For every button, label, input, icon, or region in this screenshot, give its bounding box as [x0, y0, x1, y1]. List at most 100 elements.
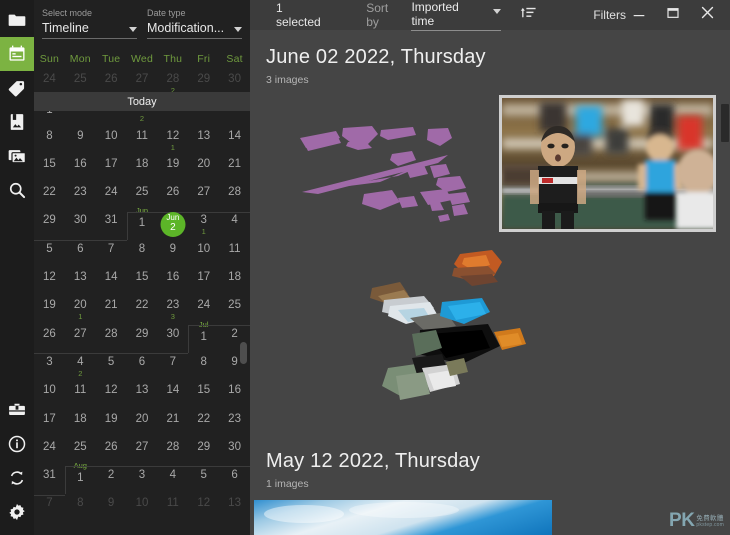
calendar-day-cell[interactable]: 20	[188, 155, 219, 183]
sort-by-dropdown[interactable]: Imported time	[411, 0, 501, 31]
calendar-day-cell[interactable]: 19	[96, 410, 127, 438]
close-button[interactable]	[694, 2, 720, 28]
sort-direction-button[interactable]	[517, 2, 542, 28]
calendar-day-cell[interactable]: Jun 2	[157, 211, 188, 239]
calendar-day-cell[interactable]: 3	[34, 353, 65, 381]
calendar-day-cell[interactable]: 11	[157, 494, 188, 522]
calendar-day-cell[interactable]: 23	[65, 183, 96, 211]
calendar-day-cell[interactable]: 9	[157, 240, 188, 268]
calendar-day-cell[interactable]: 8	[34, 127, 65, 155]
today-button[interactable]: Today	[34, 92, 250, 111]
calendar-day-cell[interactable]: 5	[188, 466, 219, 494]
calendar-day-cell[interactable]: 26	[34, 325, 65, 353]
thumb-glitch-colorful[interactable]	[368, 246, 570, 421]
calendar-day-cell[interactable]: 15	[188, 381, 219, 409]
calendar-day-cell[interactable]: 14	[157, 381, 188, 409]
calendar-day-cell[interactable]: 13	[127, 381, 158, 409]
thumb-foosball-table[interactable]	[499, 95, 720, 232]
sidebar-item-settings[interactable]	[0, 495, 34, 529]
calendar-scrollbar-track[interactable]	[240, 110, 247, 529]
sidebar-item-info[interactable]	[0, 427, 34, 461]
sidebar-item-search[interactable]	[0, 173, 34, 207]
minimize-button[interactable]	[626, 2, 652, 28]
date-type-dropdown[interactable]: Modification...	[147, 21, 242, 39]
calendar-day-cell[interactable]: 13	[188, 127, 219, 155]
calendar-scrollbar-thumb[interactable]	[240, 342, 247, 364]
calendar-day-cell[interactable]: 16	[157, 268, 188, 296]
calendar-day-cell[interactable]: Jun1	[127, 207, 158, 239]
calendar-day-cell[interactable]: 31	[34, 466, 65, 494]
sidebar-item-albums[interactable]	[0, 139, 34, 173]
thumb-glitch-purple[interactable]	[288, 98, 492, 250]
sidebar-item-tools[interactable]	[0, 393, 34, 427]
calendar-day-cell[interactable]: 22	[34, 183, 65, 211]
calendar-day-cell[interactable]: 10	[188, 240, 219, 268]
calendar-day-cell[interactable]: 18	[127, 155, 158, 183]
calendar-day-cell[interactable]: 10	[96, 127, 127, 155]
calendar-day-cell[interactable]: 11	[65, 381, 96, 409]
calendar-day-cell[interactable]: Aug1	[65, 462, 96, 494]
calendar-day-cell[interactable]: 24	[96, 183, 127, 211]
calendar-day-cell[interactable]: 29	[127, 325, 158, 353]
calendar-day-cell[interactable]: 19	[34, 296, 65, 324]
calendar-day-cell[interactable]: 27	[65, 325, 96, 353]
calendar-day-cell[interactable]: 31	[96, 211, 127, 239]
calendar-day-cell[interactable]: 6	[127, 353, 158, 381]
calendar-day-cell[interactable]: 14	[96, 268, 127, 296]
calendar-day-cell[interactable]: 15	[127, 268, 158, 296]
calendar-day-cell[interactable]: 4	[157, 466, 188, 494]
calendar-day-cell[interactable]: 28	[157, 438, 188, 466]
calendar-day-cell[interactable]: 27	[188, 183, 219, 211]
calendar-day-cell[interactable]: 21	[157, 410, 188, 438]
calendar-day-cell[interactable]: Jul1	[188, 320, 219, 353]
thumb-sky-blue[interactable]	[254, 500, 552, 535]
calendar-day-cell[interactable]: 6	[65, 240, 96, 268]
calendar-day-cell[interactable]: 2	[96, 466, 127, 494]
calendar-day-cell[interactable]: 12 1	[157, 127, 188, 155]
calendar-day-cell[interactable]: 20	[127, 410, 158, 438]
calendar-day-cell[interactable]: 30	[157, 325, 188, 353]
calendar-day-cell[interactable]: 15	[34, 155, 65, 183]
calendar-day-cell[interactable]: 17	[188, 268, 219, 296]
sidebar-item-sync[interactable]	[0, 461, 34, 495]
calendar-day-cell[interactable]: 19	[157, 155, 188, 183]
calendar-day-cell[interactable]: 12	[34, 268, 65, 296]
sidebar-item-documents[interactable]	[0, 105, 34, 139]
sidebar-item-timeline[interactable]	[0, 37, 34, 71]
calendar-day-cell[interactable]: 7	[96, 240, 127, 268]
calendar-day-cell[interactable]: 17	[34, 410, 65, 438]
calendar-day-cell[interactable]: 10	[127, 494, 158, 522]
calendar-day-cell[interactable]: 22	[127, 296, 158, 324]
sidebar-item-folders[interactable]	[0, 3, 34, 37]
calendar-day-cell[interactable]: 5	[34, 240, 65, 268]
content-scroll[interactable]: June 02 2022, Thursday 3 images May 12 2…	[250, 30, 730, 535]
calendar-day-cell[interactable]: 12	[96, 381, 127, 409]
calendar-day-cell[interactable]: 8	[65, 494, 96, 522]
calendar-day-cell[interactable]: 29	[188, 438, 219, 466]
calendar-day-cell[interactable]: 24	[34, 438, 65, 466]
calendar-day-cell[interactable]: 11	[127, 127, 158, 155]
calendar-day-cell[interactable]: 28	[96, 325, 127, 353]
calendar-day-cell[interactable]: 17	[96, 155, 127, 183]
calendar-day-cell[interactable]: 27	[127, 438, 158, 466]
calendar-day-cell[interactable]: 9	[65, 127, 96, 155]
filters-button[interactable]: Filters	[593, 8, 626, 22]
calendar-day-cell[interactable]: 5	[96, 353, 127, 381]
sidebar-item-tags[interactable]	[0, 71, 34, 105]
calendar-day-cell[interactable]: 30	[65, 211, 96, 239]
calendar-day-cell[interactable]: 7	[34, 494, 65, 522]
calendar-day-cell[interactable]: 23 3	[157, 296, 188, 324]
maximize-button[interactable]	[660, 2, 686, 28]
main-scrollbar-thumb[interactable]	[721, 104, 729, 142]
calendar-scroll-area[interactable]: 242526272822930May1234256789101112113141…	[34, 70, 250, 535]
calendar-day-cell[interactable]: 26	[157, 183, 188, 211]
calendar-day-cell[interactable]: 26	[96, 438, 127, 466]
calendar-day-cell[interactable]: 3	[127, 466, 158, 494]
calendar-day-cell[interactable]: 8	[127, 240, 158, 268]
calendar-day-cell[interactable]: 7	[157, 353, 188, 381]
calendar-day-cell[interactable]: 22	[188, 410, 219, 438]
calendar-day-cell[interactable]: 8	[188, 353, 219, 381]
calendar-day-cell[interactable]: 21	[96, 296, 127, 324]
calendar-day-cell[interactable]: 9	[96, 494, 127, 522]
calendar-day-cell[interactable]: 20 1	[65, 296, 96, 324]
